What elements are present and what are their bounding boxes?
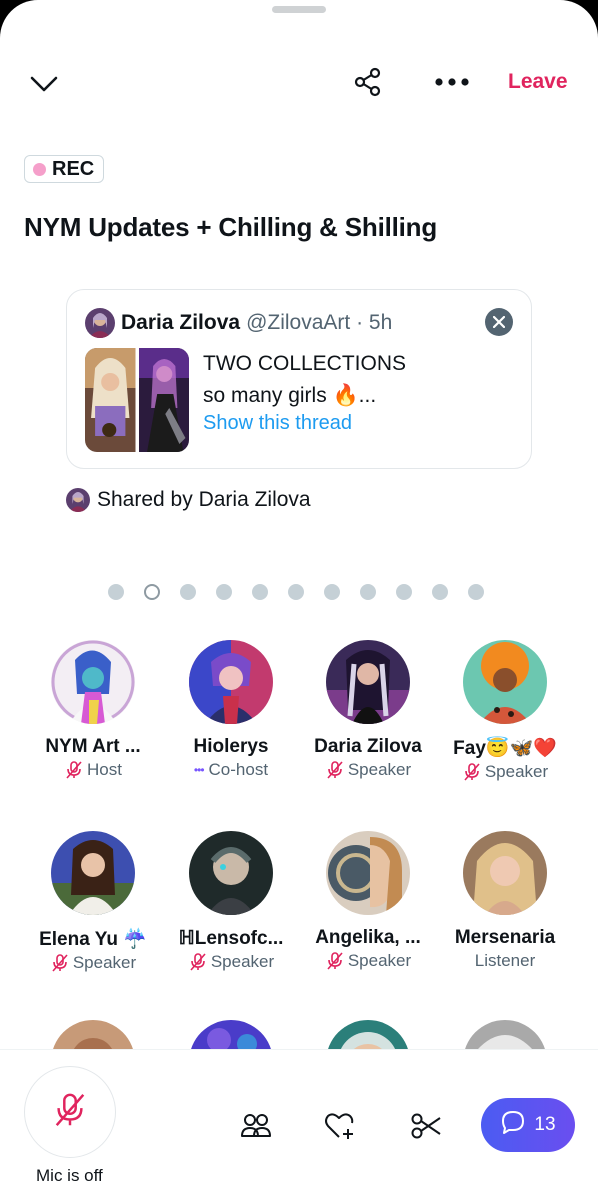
participant[interactable]: ℍLensofc... Speaker (161, 831, 301, 972)
speaking-indicator-icon: ••• (193, 763, 205, 777)
participant[interactable]: Mersenaria Listener (435, 831, 575, 971)
participant-role: Listener (474, 951, 536, 970)
participant-role-row: Speaker (298, 760, 438, 780)
tweet-image (85, 348, 136, 452)
people-icon[interactable] (240, 1110, 272, 1142)
comments-button[interactable]: 13 (481, 1098, 575, 1152)
participant-role: Speaker (210, 952, 275, 971)
participant[interactable]: Fay😇🦋❤️ Speaker (435, 640, 575, 782)
participant[interactable]: Hiolerys ••• Co-host (161, 640, 301, 780)
avatar (326, 640, 410, 724)
mic-off-icon (188, 952, 208, 972)
recording-label: REC (52, 157, 95, 180)
page-dot[interactable] (360, 584, 376, 600)
show-thread-link[interactable]: Show this thread (203, 412, 352, 435)
avatar (51, 831, 135, 915)
tweet-author-name: Daria Zilova (121, 311, 241, 334)
avatar (326, 831, 410, 915)
page-dot[interactable] (180, 584, 196, 600)
avatar (189, 831, 273, 915)
participant[interactable]: Daria Zilova Speaker (298, 640, 438, 780)
tweet-image (138, 348, 189, 452)
mic-status-label: Mic is off (36, 1166, 103, 1185)
tweet-handle-time: @ZilovaArt · 5h (246, 311, 393, 334)
sharer-avatar (66, 488, 90, 512)
participant[interactable]: NYM Art ... Host (23, 640, 163, 780)
tweet-text-line: TWO COLLECTIONS (203, 352, 407, 375)
participant-role: Co-host (208, 760, 269, 779)
participant-name: Fay😇🦋❤️ (453, 738, 557, 759)
page-dot[interactable] (288, 584, 304, 600)
avatar (463, 831, 547, 915)
mic-off-icon (64, 760, 84, 780)
participant-name: NYM Art ... (45, 736, 141, 757)
participant-name: Daria Zilova (314, 736, 422, 757)
leave-button[interactable]: Leave (508, 70, 568, 94)
tweet-header: Daria Zilova @ZilovaArt · 5h (85, 308, 392, 338)
top-bar: Leave (0, 60, 598, 106)
participant-role-row: Speaker (435, 762, 575, 782)
author-avatar (85, 308, 115, 338)
mic-off-icon (462, 762, 482, 782)
participant-role-row: Speaker (23, 953, 163, 973)
page-dot[interactable] (108, 584, 124, 600)
participant-role: Host (87, 760, 122, 779)
shared-by-row: Shared by Daria Zilova (66, 488, 311, 512)
participant-name: Angelika, ... (315, 927, 421, 948)
mic-off-icon (50, 953, 70, 973)
participant[interactable]: Angelika, ... Speaker (298, 831, 438, 971)
participant-name: Elena Yu ☔ (39, 929, 147, 950)
heart-plus-icon[interactable] (324, 1110, 356, 1142)
page-dot[interactable] (468, 584, 484, 600)
scissors-icon[interactable] (410, 1110, 442, 1142)
page-dot[interactable] (216, 584, 232, 600)
participant-name: ℍLensofc... (178, 928, 284, 949)
participant-role: Speaker (347, 951, 412, 970)
avatar (463, 640, 547, 724)
recording-dot-icon (33, 162, 46, 176)
participant-role-row: ••• Co-host (161, 760, 301, 780)
participant-role: Speaker (72, 953, 137, 972)
mic-toggle-button[interactable] (24, 1066, 116, 1158)
participant-role: Speaker (484, 762, 549, 781)
space-sheet: Leave REC NYM Updates + Chilling & Shill… (0, 0, 598, 1200)
participant-name: Hiolerys (193, 736, 269, 757)
mic-off-icon (51, 1091, 89, 1134)
drag-handle[interactable] (272, 6, 326, 13)
participant-role-row: Speaker (298, 951, 438, 971)
page-indicator (108, 584, 484, 600)
page-dot-active[interactable] (144, 584, 160, 600)
share-icon[interactable] (348, 62, 388, 102)
close-icon[interactable] (485, 308, 513, 336)
avatar (51, 640, 135, 724)
participant-role: Speaker (347, 760, 412, 779)
more-options-icon[interactable] (430, 62, 474, 102)
tweet-media-thumbnails[interactable] (85, 348, 189, 452)
participant-role-row: Host (23, 760, 163, 780)
page-dot[interactable] (432, 584, 448, 600)
chat-bubble-icon (500, 1109, 526, 1141)
comments-count: 13 (534, 1114, 556, 1135)
page-dot[interactable] (396, 584, 412, 600)
pinned-tweet-card[interactable]: Daria Zilova @ZilovaArt · 5h TWO COLLECT… (66, 289, 532, 469)
page-dot[interactable] (324, 584, 340, 600)
avatar (189, 640, 273, 724)
recording-badge: REC (24, 155, 105, 183)
mic-off-icon (325, 760, 345, 780)
page-dot[interactable] (252, 584, 268, 600)
space-title: NYM Updates + Chilling & Shilling (24, 212, 438, 242)
bottom-toolbar: Mic is off 13 (0, 1049, 598, 1200)
participant-name: Mersenaria (454, 927, 556, 948)
shared-by-label: Shared by Daria Zilova (97, 488, 311, 511)
chevron-down-icon[interactable] (24, 64, 64, 104)
participant-role-row: Listener (435, 951, 575, 971)
tweet-text-line: so many girls 🔥... (203, 384, 377, 407)
participant[interactable]: Elena Yu ☔ Speaker (23, 831, 163, 973)
mic-off-icon (325, 951, 345, 971)
participant-role-row: Speaker (161, 952, 301, 972)
tweet-text: TWO COLLECTIONS so many girls 🔥... (203, 348, 406, 412)
